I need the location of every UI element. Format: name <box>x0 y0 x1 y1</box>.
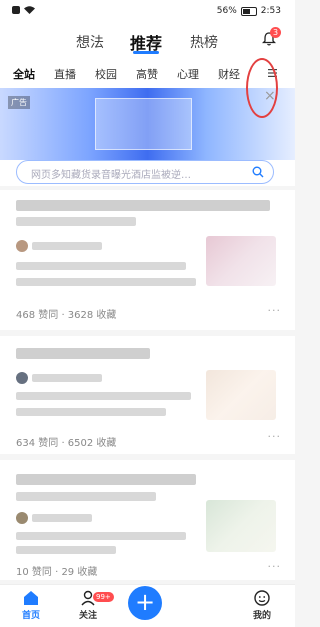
clock: 2:53 <box>260 6 281 16</box>
more-icon[interactable]: ··· <box>268 304 282 317</box>
status-icons-left <box>12 6 35 14</box>
nav-me[interactable]: 我的 <box>242 589 282 621</box>
wifi-icon <box>24 6 35 14</box>
nav-me-label: 我的 <box>252 611 271 621</box>
card-stats: 10 赞同 · 29 收藏 <box>16 567 98 578</box>
card-title <box>16 474 196 485</box>
card-title <box>16 348 150 359</box>
card-title <box>16 200 270 211</box>
home-icon <box>24 591 38 605</box>
feed-card[interactable]: 468 赞同 · 3628 收藏 ··· <box>0 190 295 330</box>
category-top-liked[interactable]: 高赞 <box>136 66 158 82</box>
card-excerpt-line2 <box>16 408 166 416</box>
card-stats: 634 赞同 · 6502 收藏 <box>16 438 117 449</box>
card-stats: 468 赞同 · 3628 收藏 <box>16 310 117 321</box>
avatar <box>16 372 28 384</box>
active-tab-indicator <box>133 51 159 54</box>
top-tab-bar: 想法 推荐 热榜 3 <box>0 24 295 58</box>
author-name <box>32 514 92 522</box>
card-thumbnail <box>206 500 276 552</box>
tab-ideas[interactable]: 想法 <box>76 32 104 52</box>
app-notification-icon <box>12 6 20 14</box>
avatar <box>16 512 28 524</box>
ad-tag: 广告 <box>8 96 30 109</box>
feed-card[interactable]: 10 赞同 · 29 收藏 ··· <box>0 460 295 580</box>
category-live[interactable]: 直播 <box>54 66 76 82</box>
card-title-line2 <box>16 217 136 226</box>
nav-following-label: 关注 <box>78 611 97 621</box>
category-campus[interactable]: 校园 <box>95 66 117 82</box>
category-psychology[interactable]: 心理 <box>177 66 199 82</box>
notification-badge: 3 <box>270 27 281 38</box>
following-badge: 99+ <box>93 592 114 602</box>
card-excerpt <box>16 262 186 270</box>
author-name <box>32 242 102 250</box>
card-thumbnail <box>206 370 276 420</box>
category-all[interactable]: 全站 <box>13 66 35 82</box>
card-title-line2 <box>16 492 156 501</box>
nav-home-label: 首页 <box>21 611 40 621</box>
search-input[interactable]: 网页多知藏货录音曝光酒店监被逆… <box>16 160 274 184</box>
more-icon[interactable]: ··· <box>268 430 282 443</box>
card-thumbnail <box>206 236 276 286</box>
avatar <box>16 240 28 252</box>
search-placeholder: 网页多知藏货录音曝光酒店监被逆… <box>31 170 191 181</box>
create-button[interactable]: + <box>128 586 162 620</box>
ad-banner-center <box>95 98 192 150</box>
battery-percent: 56% <box>216 6 237 16</box>
status-icons-right: 56% 2:53 <box>217 6 281 16</box>
card-excerpt <box>16 532 186 540</box>
feed-card[interactable]: 634 赞同 · 6502 收藏 ··· <box>0 336 295 454</box>
profile-icon <box>254 590 270 606</box>
more-icon[interactable]: ··· <box>268 560 282 573</box>
battery-icon <box>240 6 257 16</box>
nav-home[interactable]: 首页 <box>11 589 51 621</box>
card-excerpt <box>16 392 191 400</box>
category-finance[interactable]: 财经 <box>218 66 240 82</box>
card-excerpt-line2 <box>16 278 196 286</box>
card-excerpt-line2 <box>16 546 116 554</box>
status-bar: 56% 2:53 <box>0 0 295 24</box>
search-icon[interactable] <box>252 166 264 178</box>
tab-hot-list[interactable]: 热榜 <box>190 32 218 52</box>
highlight-annotation <box>246 58 278 118</box>
author-name <box>32 374 102 382</box>
